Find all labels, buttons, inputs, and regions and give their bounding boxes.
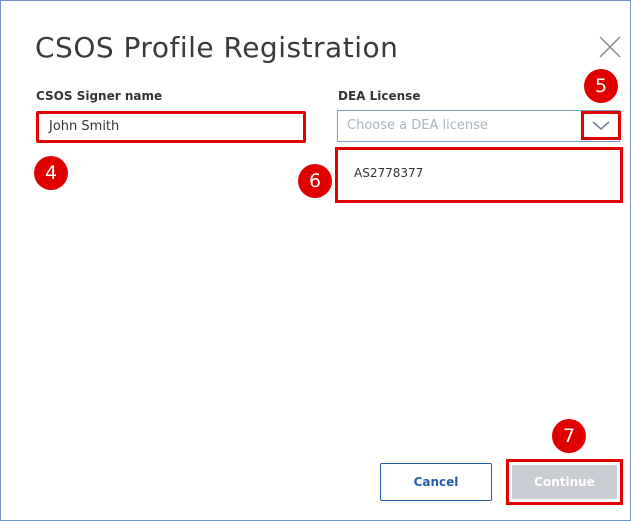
dea-license-option-label: AS2778377 [354,166,424,180]
close-icon[interactable] [596,33,624,61]
signer-name-input[interactable]: John Smith [36,111,306,143]
dea-license-option[interactable]: AS2778377 [335,147,623,203]
callout-badge-6: 6 [298,164,332,198]
registration-dialog: CSOS Profile Registration CSOS Signer na… [0,0,631,521]
signer-name-label: CSOS Signer name [36,89,163,103]
dea-dropdown-toggle[interactable] [581,111,621,140]
callout-badge-7: 7 [552,419,586,453]
callout-badge-4: 4 [34,156,68,190]
continue-highlight: Continue [506,459,623,505]
continue-button[interactable]: Continue [512,465,617,499]
cancel-button[interactable]: Cancel [380,463,492,501]
callout-badge-5: 5 [584,69,618,103]
chevron-down-icon [592,121,610,130]
dialog-title: CSOS Profile Registration [35,31,399,64]
dea-license-select[interactable]: Choose a DEA license [337,110,620,142]
dea-license-placeholder: Choose a DEA license [347,118,488,133]
dea-license-label: DEA License [338,89,421,103]
